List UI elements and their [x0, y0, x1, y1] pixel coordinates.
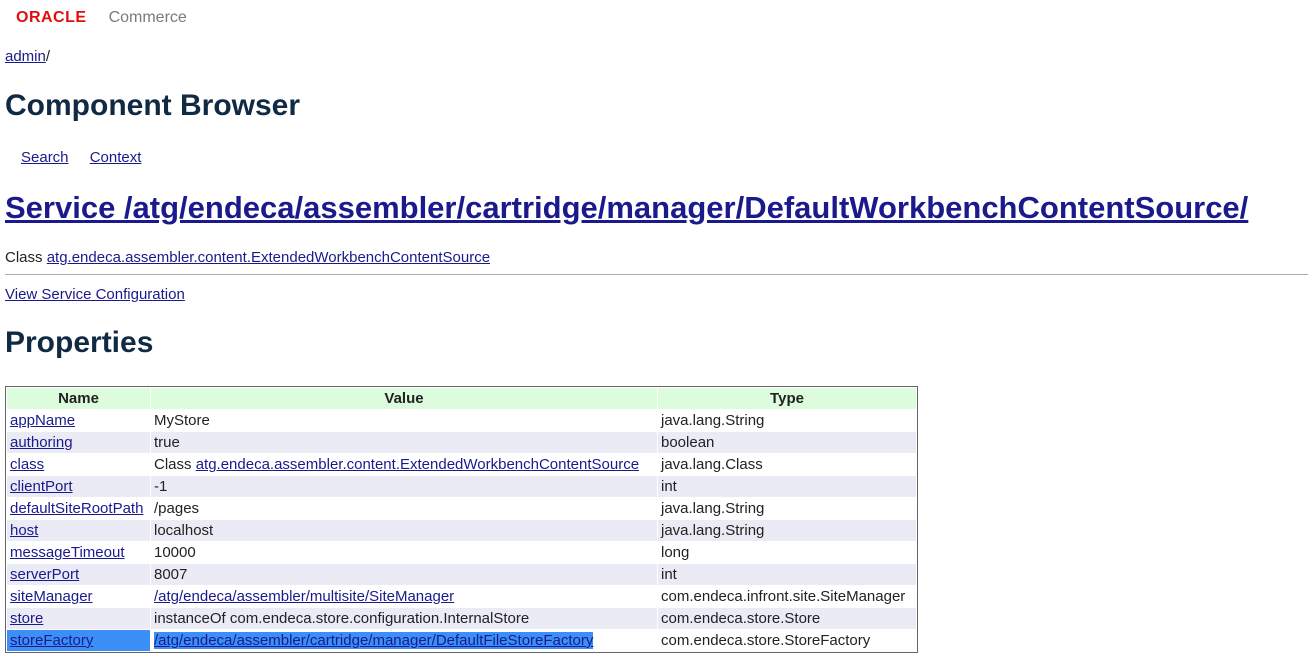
table-header-row: Name Value Type [7, 388, 916, 409]
property-type-cell: java.lang.String [658, 498, 916, 519]
table-row: store instanceOf com.endeca.store.configu… [7, 608, 916, 629]
table-row: appName MyStore java.lang.String [7, 410, 916, 431]
property-value: /pages [154, 500, 200, 517]
property-type-cell: com.endeca.store.StoreFactory [658, 630, 916, 651]
property-name-cell: serverPort [7, 564, 150, 585]
product-name: Commerce [108, 9, 187, 26]
property-value-cell: instanceOf com.endeca.store.configuratio… [151, 608, 657, 629]
property-value-cell: localhost [151, 520, 657, 541]
property-name-cell: siteManager [7, 586, 150, 607]
property-name-cell: authoring [7, 432, 150, 453]
property-value: localhost [154, 522, 214, 539]
class-line: Class atg.endeca.assembler.content.Exten… [5, 249, 490, 266]
app-header: ORACLE Commerce [16, 6, 187, 30]
header-value: Value [151, 388, 657, 409]
property-name-cell: storeFactory [7, 630, 150, 651]
table-row: host localhost java.lang.String [7, 520, 916, 541]
property-name-link[interactable]: messageTimeout [10, 544, 125, 561]
table-row: siteManager/atg/endeca/assembler/multisi… [7, 586, 916, 607]
property-type-cell: com.endeca.store.Store [658, 608, 916, 629]
table-row: class Class atg.endeca.assembler.content.… [7, 454, 916, 475]
property-value-cell: /atg/endeca/assembler/multisite/SiteMana… [151, 586, 657, 607]
property-type-cell: java.lang.String [658, 410, 916, 431]
property-type-cell: int [658, 476, 916, 497]
properties-table: Name Value Type appName MyStore java.lang.… [5, 386, 918, 653]
property-name-cell: messageTimeout [7, 542, 150, 563]
property-type-cell: boolean [658, 432, 916, 453]
properties-heading: Properties [5, 326, 154, 359]
property-value-cell: 10000 [151, 542, 657, 563]
property-value: instanceOf com.endeca.store.configuratio… [154, 610, 530, 627]
property-value-cell: MyStore [151, 410, 657, 431]
table-row: serverPort 8007 int [7, 564, 916, 585]
property-name-link[interactable]: clientPort [10, 478, 73, 495]
property-value: 10000 [154, 544, 196, 561]
property-value-cell: 8007 [151, 564, 657, 585]
property-value: 8007 [154, 566, 188, 583]
property-name-link[interactable]: host [10, 522, 38, 539]
table-row: defaultSiteRootPath/pages java.lang.Strin… [7, 498, 916, 519]
property-value-cell: -1 [151, 476, 657, 497]
header-type: Type [658, 388, 916, 409]
property-type-cell: java.lang.String [658, 520, 916, 541]
property-value-cell: /pages [151, 498, 657, 519]
sub-navigation: Search Context [21, 149, 158, 166]
view-service-configuration-link[interactable]: View Service Configuration [5, 286, 185, 303]
table-row: clientPort -1 int [7, 476, 916, 497]
oracle-logo: ORACLE [16, 9, 87, 26]
property-value: -1 [154, 478, 168, 495]
property-value-link[interactable]: /atg/endeca/assembler/multisite/SiteMana… [154, 588, 454, 605]
class-label: Class [5, 249, 43, 266]
property-name-cell: class [7, 454, 150, 475]
property-name-link[interactable]: class [10, 456, 44, 473]
property-type-cell: java.lang.Class [658, 454, 916, 475]
property-value: true [154, 434, 180, 451]
property-value-prefix: Class [154, 456, 196, 473]
property-name-link[interactable]: defaultSiteRootPath [10, 500, 143, 517]
search-link[interactable]: Search [21, 149, 69, 166]
table-row: messageTimeout 10000 long [7, 542, 916, 563]
header-name: Name [7, 388, 150, 409]
property-value-link[interactable]: /atg/endeca/assembler/cartridge/manager/… [154, 632, 594, 649]
breadcrumb-admin-link[interactable]: admin [5, 48, 46, 65]
property-name-link[interactable]: store [10, 610, 43, 627]
property-value-cell: true [151, 432, 657, 453]
breadcrumb-separator: / [45, 48, 51, 65]
page-title: Component Browser [5, 89, 301, 122]
property-name-link[interactable]: storeFactory [10, 632, 93, 649]
properties-table-body: appName MyStore java.lang.String authoring t… [7, 410, 916, 651]
property-value-cell: Class atg.endeca.assembler.content.Exten… [151, 454, 657, 475]
property-name-link[interactable]: serverPort [10, 566, 79, 583]
context-link[interactable]: Context [90, 149, 142, 166]
property-value-cell: /atg/endeca/assembler/cartridge/manager/… [151, 630, 657, 651]
property-name-cell: appName [7, 410, 150, 431]
property-name-cell: defaultSiteRootPath [7, 498, 150, 519]
property-value: MyStore [154, 412, 210, 429]
service-heading: Service /atg/endeca/assembler/cartridge/… [5, 190, 1248, 226]
table-row: storeFactory/atg/endeca/assembler/cartri… [7, 630, 916, 651]
breadcrumb: admin/ [5, 48, 50, 65]
property-type-cell: int [658, 564, 916, 585]
service-path-link[interactable]: Service /atg/endeca/assembler/cartridge/… [5, 190, 1248, 225]
property-type-cell: com.endeca.infront.site.SiteManager [658, 586, 916, 607]
table-row: authoring true boolean [7, 432, 916, 453]
property-type-cell: long [658, 542, 916, 563]
property-name-cell: clientPort [7, 476, 150, 497]
property-name-link[interactable]: siteManager [10, 588, 93, 605]
property-value-link[interactable]: atg.endeca.assembler.content.ExtendedWor… [196, 456, 639, 473]
property-name-cell: host [7, 520, 150, 541]
property-name-link[interactable]: authoring [10, 434, 73, 451]
divider [5, 274, 1308, 275]
property-name-cell: store [7, 608, 150, 629]
property-name-link[interactable]: appName [10, 412, 75, 429]
view-config-line: View Service Configuration [5, 286, 185, 303]
class-link[interactable]: atg.endeca.assembler.content.ExtendedWor… [47, 249, 490, 266]
